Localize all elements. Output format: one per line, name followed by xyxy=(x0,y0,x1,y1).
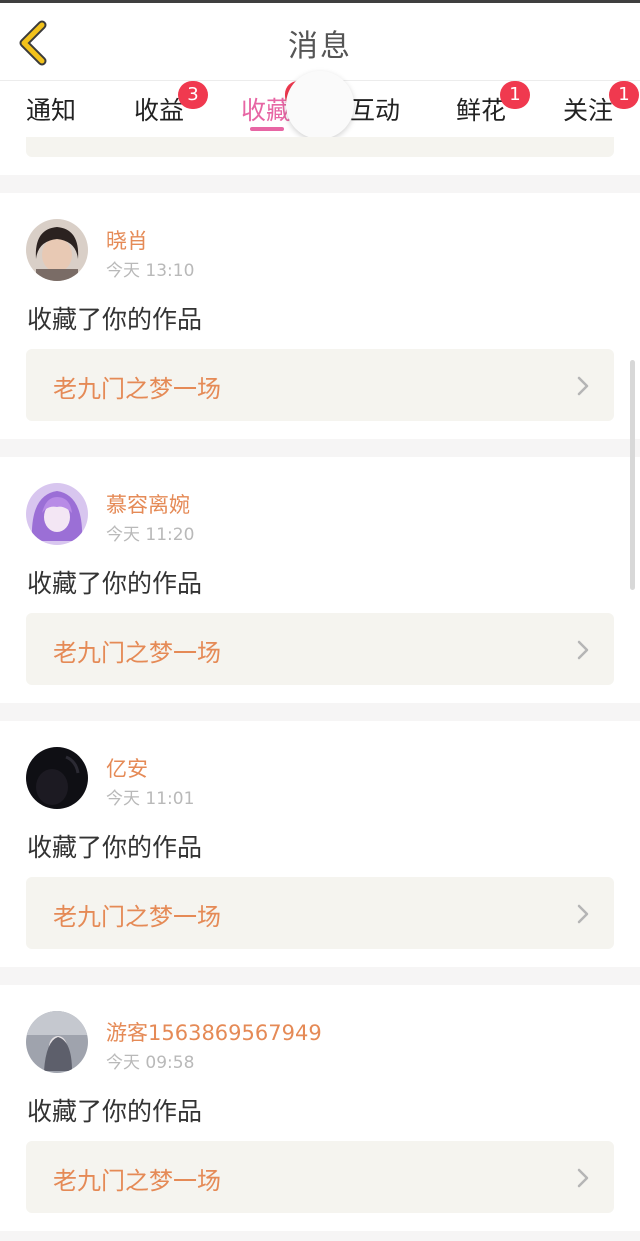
work-title: 老九门之梦一场 xyxy=(53,903,221,931)
work-link[interactable]: 老九门之梦一场 xyxy=(26,877,614,949)
tab-income[interactable]: 收益 3 xyxy=(134,81,208,127)
scrollbar[interactable] xyxy=(630,360,635,590)
tab-label: 关注 xyxy=(563,96,614,125)
tab-badge: 3 xyxy=(178,81,208,109)
floating-assistive-button[interactable] xyxy=(286,71,354,139)
message-card: 亿安 今天 11:01 收藏了你的作品 老九门之梦一场 xyxy=(0,721,640,967)
user-name[interactable]: 晓肖 xyxy=(106,225,148,255)
user-name[interactable]: 亿安 xyxy=(106,753,148,783)
user-name[interactable]: 慕容离婉 xyxy=(106,489,190,519)
work-link[interactable]: 老九门之梦一场 xyxy=(26,349,614,421)
timestamp: 今天 11:20 xyxy=(106,525,195,545)
work-title: 老九门之梦一场 xyxy=(53,375,221,403)
work-link[interactable]: 老九门之梦一场 xyxy=(26,613,614,685)
action-text: 收藏了你的作品 xyxy=(27,569,203,598)
tab-label: 收益 xyxy=(134,96,185,125)
action-text: 收藏了你的作品 xyxy=(27,833,203,862)
message-card: 晓肖 今天 13:10 收藏了你的作品 老九门之梦一场 xyxy=(0,193,640,439)
user-name[interactable]: 游客1563869567949 xyxy=(106,1017,322,1047)
action-text: 收藏了你的作品 xyxy=(27,1097,203,1126)
message-card: 慕容离婉 今天 11:20 收藏了你的作品 老九门之梦一场 xyxy=(0,457,640,703)
previous-card-fragment xyxy=(0,137,640,175)
previous-work-box[interactable] xyxy=(26,137,614,157)
active-tab-indicator xyxy=(250,127,284,131)
tab-label: 收藏 xyxy=(241,96,292,125)
tab-badge: 1 xyxy=(500,81,530,109)
header: 消息 xyxy=(0,3,640,81)
tab-label: 互动 xyxy=(350,96,401,125)
work-link[interactable]: 老九门之梦一场 xyxy=(26,1141,614,1213)
chevron-right-icon xyxy=(577,904,589,924)
timestamp: 今天 09:58 xyxy=(106,1053,195,1073)
tab-follow[interactable]: 关注 1 xyxy=(563,81,639,127)
avatar[interactable] xyxy=(26,483,88,545)
avatar[interactable] xyxy=(26,219,88,281)
tab-interaction[interactable]: 互动 xyxy=(350,91,400,127)
message-card: 游客1563869567949 今天 09:58 收藏了你的作品 老九门之梦一场 xyxy=(0,985,640,1231)
page-title: 消息 xyxy=(288,29,352,64)
chevron-right-icon xyxy=(577,640,589,660)
chevron-right-icon xyxy=(577,376,589,396)
tab-favorites[interactable]: 收藏 xyxy=(241,81,311,127)
tab-flowers[interactable]: 鲜花 1 xyxy=(456,81,530,127)
avatar[interactable] xyxy=(26,1011,88,1073)
tab-label: 鲜花 xyxy=(456,96,507,125)
tab-label: 通知 xyxy=(26,96,77,125)
work-title: 老九门之梦一场 xyxy=(53,639,221,667)
tab-badge: 1 xyxy=(609,81,639,109)
action-text: 收藏了你的作品 xyxy=(27,305,203,334)
chevron-right-icon xyxy=(577,1168,589,1188)
avatar[interactable] xyxy=(26,747,88,809)
timestamp: 今天 11:01 xyxy=(106,789,195,809)
work-title: 老九门之梦一场 xyxy=(53,1167,221,1195)
timestamp: 今天 13:10 xyxy=(106,261,195,281)
tab-notice[interactable]: 通知 xyxy=(26,91,76,127)
